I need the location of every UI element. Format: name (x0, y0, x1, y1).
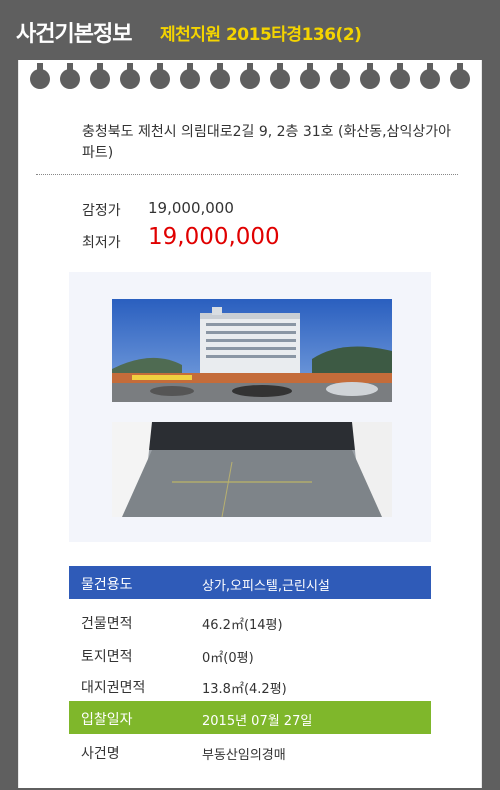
binder-ring-icon (60, 63, 80, 91)
case-name-row: 사건명 부동산임의경매 (69, 735, 431, 768)
binder-ring-icon (90, 63, 110, 91)
binder-ring-icon (450, 63, 470, 91)
usage-row: 물건용도 상가,오피스텔,근린시설 (69, 566, 431, 599)
bid-date-row: 입찰일자 2015년 07월 27일 (69, 701, 431, 734)
property-address: 충청북도 제천시 의림대로2길 9, 2층 31호 (화산동,삼익상가아파트) (82, 124, 451, 161)
minimum-price-label: 최저가 (82, 235, 121, 251)
land-right-area-label: 대지권면적 (81, 680, 146, 696)
building-area-value: 46.2㎡(14평) (202, 618, 283, 633)
binder-ring-icon (240, 63, 260, 91)
appraisal-price-label: 감정가 (82, 203, 121, 219)
binder-ring-icon (360, 63, 380, 91)
binder-ring-icon (300, 63, 320, 91)
binder-ring-icon (420, 63, 440, 91)
land-area-value: 0㎡(0평) (202, 651, 254, 666)
case-name-label: 사건명 (81, 746, 120, 762)
bid-date-label: 입찰일자 (81, 712, 133, 728)
binder-ring-icon (180, 63, 200, 91)
header-bar: 사건기본정보 제천지원 2015타경136(2) (0, 0, 500, 62)
usage-value: 상가,오피스텔,근린시설 (202, 579, 330, 594)
appraisal-price-value: 19,000,000 (148, 199, 234, 217)
case-number: 제천지원 2015타경136(2) (160, 25, 362, 45)
dotted-divider (36, 174, 458, 175)
binder-ring-icon (390, 63, 410, 91)
land-area-row: 토지면적 0㎡(0평) (69, 638, 431, 671)
binder-ring-icon (30, 63, 50, 91)
land-area-label: 토지면적 (81, 649, 133, 665)
parking-garage-photo (112, 422, 392, 517)
usage-label: 물건용도 (81, 577, 133, 593)
binder-ring-icon (120, 63, 140, 91)
bid-date-value: 2015년 07월 27일 (202, 714, 313, 729)
building-area-label: 건물면적 (81, 616, 133, 632)
land-right-area-value: 13.8㎡(4.2평) (202, 682, 287, 697)
minimum-price-value: 19,000,000 (148, 224, 280, 250)
case-name-value: 부동산임의경매 (202, 748, 286, 763)
land-right-area-row: 대지권면적 13.8㎡(4.2평) (69, 669, 431, 702)
building-area-row: 건물면적 46.2㎡(14평) (69, 605, 431, 638)
binder-ring-icon (270, 63, 290, 91)
binder-ring-icon (210, 63, 230, 91)
page-title: 사건기본정보 (16, 22, 132, 47)
binder-ring-icon (330, 63, 350, 91)
building-exterior-photo (112, 299, 392, 402)
binder-ring-icon (150, 63, 170, 91)
binder-rings (30, 63, 470, 93)
